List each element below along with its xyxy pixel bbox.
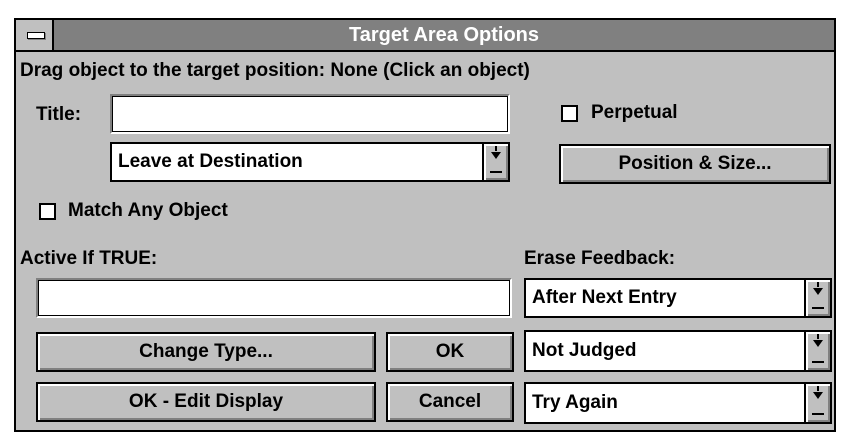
active-if-field[interactable] xyxy=(36,278,512,318)
title-field[interactable] xyxy=(110,94,510,134)
try-again-select[interactable]: Try Again xyxy=(524,382,832,424)
ok-edit-display-button[interactable]: OK - Edit Display xyxy=(36,382,376,422)
dropdown-arrow-icon[interactable] xyxy=(804,384,830,422)
system-menu-icon xyxy=(27,32,45,39)
system-menu-button[interactable] xyxy=(16,20,54,50)
window-title: Target Area Options xyxy=(348,24,540,46)
match-any-object-label: Match Any Object xyxy=(68,200,228,221)
erase-feedback-value: After Next Entry xyxy=(532,287,677,308)
dropdown-arrow-icon[interactable] xyxy=(482,144,508,180)
dropdown-arrow-icon[interactable] xyxy=(804,280,830,316)
perpetual-label: Perpetual xyxy=(591,102,678,123)
cancel-button[interactable]: Cancel xyxy=(386,382,514,422)
erase-feedback-select[interactable]: After Next Entry xyxy=(524,278,832,318)
destination-select-value: Leave at Destination xyxy=(118,151,303,172)
position-size-button[interactable]: Position & Size... xyxy=(559,144,831,184)
judged-select-value: Not Judged xyxy=(532,340,637,361)
erase-feedback-label: Erase Feedback: xyxy=(524,248,676,269)
title-input[interactable] xyxy=(116,99,504,129)
perpetual-checkbox[interactable] xyxy=(561,105,578,122)
destination-select[interactable]: Leave at Destination xyxy=(110,142,510,182)
active-if-input[interactable] xyxy=(42,283,506,313)
active-if-label: Active If TRUE: xyxy=(20,248,158,269)
target-area-options-dialog: Target Area Options Drag object to the t… xyxy=(14,18,836,432)
instruction-text: Drag object to the target position: None… xyxy=(20,60,530,81)
judged-select[interactable]: Not Judged xyxy=(524,330,832,372)
try-again-select-value: Try Again xyxy=(532,392,618,413)
match-any-object-checkbox[interactable] xyxy=(39,203,56,220)
title-label: Title: xyxy=(36,104,82,125)
change-type-button[interactable]: Change Type... xyxy=(36,332,376,372)
title-bar[interactable]: Target Area Options xyxy=(16,20,834,52)
dropdown-arrow-icon[interactable] xyxy=(804,332,830,370)
ok-button[interactable]: OK xyxy=(386,332,514,372)
